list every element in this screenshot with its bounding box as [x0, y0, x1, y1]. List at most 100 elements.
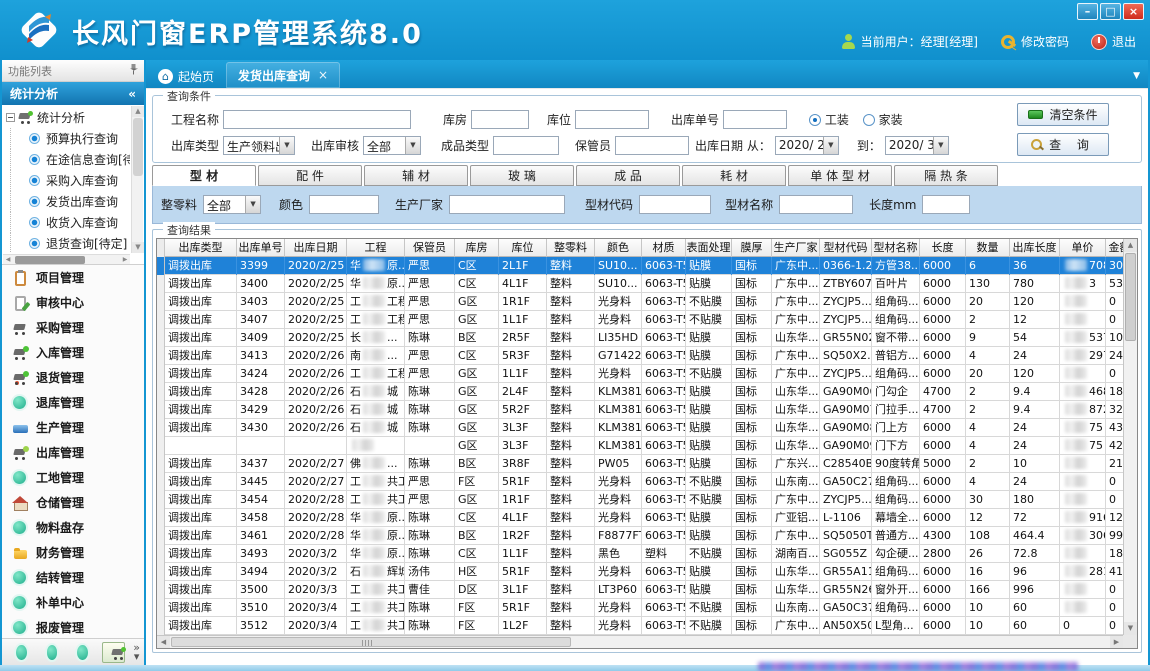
sidebar-section-header[interactable]: 统计分析 «: [2, 82, 144, 105]
column-header[interactable]: 出库单号: [237, 239, 285, 257]
table-row[interactable]: 调拨出库34072020/2/25工工程严思G区1L1F整料光身料6063-T5…: [157, 311, 1123, 329]
sidebar-group-item[interactable]: 补单中心: [2, 590, 144, 615]
warehouse-input[interactable]: [471, 110, 529, 129]
scroll-left-icon[interactable]: ◀: [157, 636, 170, 648]
minimize-button[interactable]: –: [1077, 3, 1098, 20]
table-row[interactable]: 调拨出库34452020/2/27工共工程严思F区5R1F整料光身料6063-T…: [157, 473, 1123, 491]
tree-item[interactable]: 收货入库查询: [10, 212, 130, 233]
column-header[interactable]: 出库类型: [165, 239, 237, 257]
table-row[interactable]: 调拨出库34942020/3/2石辉城汤伟H区5R1F整料光身料6063-T5贴…: [157, 563, 1123, 581]
table-row[interactable]: 调拨出库34372020/2/27佛...陈琳B区3R8F整料PW056063-…: [157, 455, 1123, 473]
footer-circle-icon[interactable]: [77, 645, 88, 660]
location-input[interactable]: [575, 110, 649, 129]
sidebar-group-item[interactable]: 结转管理: [2, 565, 144, 590]
tree-root[interactable]: 统计分析: [4, 107, 130, 128]
scroll-up-icon[interactable]: ▲: [1124, 239, 1137, 252]
tree-item[interactable]: 退货查询[待定]: [10, 233, 130, 253]
material-tab[interactable]: 型 材: [152, 165, 256, 186]
sidebar-group-item[interactable]: 生产管理: [2, 415, 144, 440]
table-row[interactable]: 调拨出库34582020/2/28华原...陈琳C区4L1F整料光身料6063-…: [157, 509, 1123, 527]
dropdown-arrow-icon[interactable]: ▼: [245, 196, 260, 213]
scroll-left-icon[interactable]: ◀: [3, 255, 13, 265]
sidebar-group-item[interactable]: 退库管理: [2, 390, 144, 415]
table-row[interactable]: G区3L3F整料KLM38176063-T5贴膜国标山东华...GA90M09.…: [157, 437, 1123, 455]
column-header[interactable]: 数量: [966, 239, 1010, 257]
radio-industrial-wrap[interactable]: 工装: [809, 111, 849, 128]
column-header[interactable]: 材质: [642, 239, 686, 257]
sidebar-group-item[interactable]: 工地管理: [2, 465, 144, 490]
dropdown-arrow-icon[interactable]: ▼: [933, 137, 948, 154]
change-password-button[interactable]: 修改密码: [1000, 33, 1069, 50]
table-row[interactable]: 调拨出库34002020/2/25华原...严思C区4L1F整料SU10...6…: [157, 275, 1123, 293]
material-tab[interactable]: 耗 材: [682, 165, 786, 186]
scroll-up-icon[interactable]: ▲: [132, 106, 144, 117]
table-row[interactable]: 调拨出库34132020/2/26南...严思C区5R3F整料G71422606…: [157, 347, 1123, 365]
sidebar-group-item[interactable]: 退货管理: [2, 365, 144, 390]
scroll-right-icon[interactable]: ▶: [1110, 636, 1123, 648]
close-button[interactable]: ×: [1123, 3, 1144, 20]
column-header[interactable]: 保管员: [405, 239, 455, 257]
tree-expander-icon[interactable]: [6, 113, 15, 122]
tab-overflow-caret-icon[interactable]: ▼: [1133, 71, 1140, 81]
part-select[interactable]: 全部▼: [203, 195, 261, 214]
tab-home[interactable]: ⌂ 起始页: [146, 64, 226, 88]
table-row[interactable]: 调拨出库34292020/2/26石城陈琳G区5R2F整料KLM38176063…: [157, 401, 1123, 419]
column-header[interactable]: 出库长度: [1010, 239, 1060, 257]
sidebar-group-item[interactable]: 财务管理: [2, 540, 144, 565]
sidebar-group-item[interactable]: 审核中心: [2, 290, 144, 315]
overflow-chevron[interactable]: »▾: [133, 643, 140, 661]
table-row[interactable]: 调拨出库34032020/2/25工工程严思G区1R1F整料光身料6063-T5…: [157, 293, 1123, 311]
sidebar-group-item[interactable]: 项目管理: [2, 265, 144, 290]
footer-circle-icon[interactable]: [16, 645, 27, 660]
footer-cart-button[interactable]: [102, 642, 125, 663]
code-input[interactable]: [639, 195, 711, 214]
column-header[interactable]: 膜厚: [732, 239, 772, 257]
column-header[interactable]: 单价: [1060, 239, 1106, 257]
tree-vertical-scrollbar[interactable]: ▲ ▼: [131, 106, 143, 253]
column-header[interactable]: 生产厂家: [772, 239, 820, 257]
table-row[interactable]: 调拨出库34092020/2/25长...陈琳B区2R5F整料LI35HD606…: [157, 329, 1123, 347]
material-tab[interactable]: 配 件: [258, 165, 362, 186]
table-row[interactable]: 调拨出库34612020/2/28华原...陈琳B区1R2F整料F8877FT6…: [157, 527, 1123, 545]
clear-conditions-button[interactable]: 清空条件: [1017, 103, 1109, 126]
table-row[interactable]: 调拨出库34242020/2/26工工程严思G区1L1F整料光身料6063-T5…: [157, 365, 1123, 383]
pin-icon[interactable]: [129, 63, 138, 78]
sidebar-group-item[interactable]: 物料盘存: [2, 515, 144, 540]
table-row[interactable]: 调拨出库35102020/3/4工共工程陈琳F区5R1F整料光身料6063-T5…: [157, 599, 1123, 617]
name-input[interactable]: [779, 195, 853, 214]
material-tab[interactable]: 隔 热 条: [894, 165, 998, 186]
tree-horizontal-scrollbar[interactable]: ◀ ▶: [3, 254, 130, 264]
tab-shipping-query[interactable]: 发货出库查询 ×: [226, 62, 340, 88]
collapse-icon[interactable]: «: [128, 87, 136, 101]
column-header[interactable]: 库房: [455, 239, 499, 257]
table-row[interactable]: 调拨出库34302020/2/26石城陈琳G区3L3F整料KLM38176063…: [157, 419, 1123, 437]
table-row[interactable]: 调拨出库33992020/2/25华原...严思C区2L1F整料SU10...6…: [157, 257, 1123, 275]
search-button[interactable]: 查 询: [1017, 133, 1109, 156]
material-tab[interactable]: 辅 材: [364, 165, 468, 186]
table-row[interactable]: 调拨出库35122020/3/4工共工程陈琳F区1L2F整料光身料6063-T5…: [157, 617, 1123, 635]
outbound-type-select[interactable]: 生产领料出库▼: [223, 136, 295, 155]
maker-input[interactable]: [449, 195, 565, 214]
tree-item[interactable]: 采购入库查询: [10, 170, 130, 191]
material-tab[interactable]: 成 品: [576, 165, 680, 186]
dropdown-arrow-icon[interactable]: ▼: [823, 137, 838, 154]
material-tab[interactable]: 玻 璃: [470, 165, 574, 186]
table-row[interactable]: 调拨出库34932020/3/2华原...陈琳C区1L1F整料黑色塑料不贴膜国标…: [157, 545, 1123, 563]
column-header[interactable]: 型材代码: [820, 239, 872, 257]
column-header[interactable]: 库位: [499, 239, 547, 257]
audit-select[interactable]: 全部▼: [363, 136, 421, 155]
dropdown-arrow-icon[interactable]: ▼: [279, 137, 294, 154]
sidebar-group-item[interactable]: 出库管理: [2, 440, 144, 465]
sidebar-group-item[interactable]: 仓储管理: [2, 490, 144, 515]
radio-home-wrap[interactable]: 家装: [863, 111, 903, 128]
table-row[interactable]: 调拨出库34542020/2/28工共工程严思G区1R1F整料光身料6063-T…: [157, 491, 1123, 509]
tree-item[interactable]: 发货出库查询: [10, 191, 130, 212]
column-header[interactable]: 整零料: [547, 239, 595, 257]
scroll-thumb[interactable]: [15, 256, 85, 264]
sidebar-group-item[interactable]: 采购管理: [2, 315, 144, 340]
column-header[interactable]: 长度: [920, 239, 966, 257]
scroll-down-icon[interactable]: ▼: [1124, 622, 1137, 635]
material-tab[interactable]: 单 体 型 材: [788, 165, 892, 186]
color-input[interactable]: [309, 195, 379, 214]
sidebar-group-item[interactable]: 报废管理: [2, 615, 144, 638]
